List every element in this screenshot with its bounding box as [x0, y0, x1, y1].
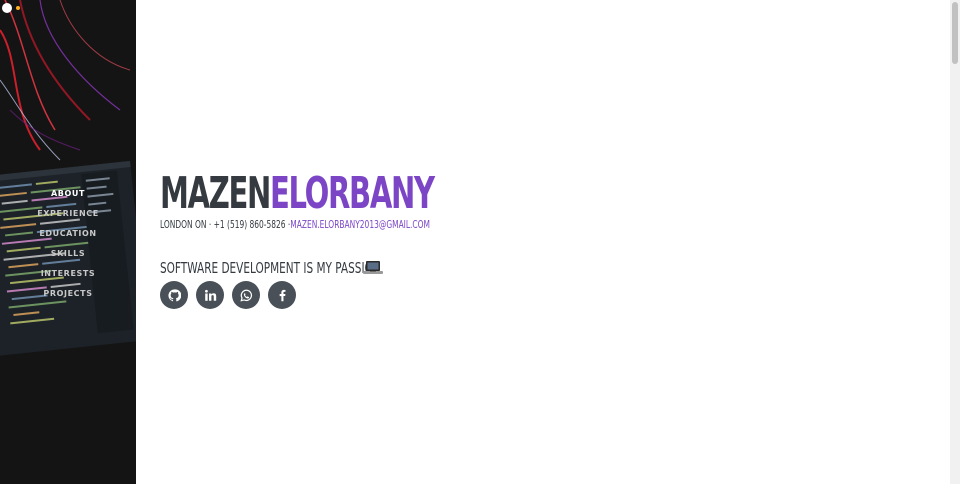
last-name: ELORBANY	[269, 168, 435, 219]
page-title: MAZENELORBANY	[160, 168, 435, 220]
first-name: MAZEN	[160, 168, 271, 219]
nav-item-experience[interactable]: Experience	[0, 206, 136, 226]
nav-item-interests[interactable]: Interests	[0, 266, 136, 286]
nav-item-skills[interactable]: Skills	[0, 246, 136, 266]
linkedin-icon	[204, 289, 216, 301]
tagline: SOFTWARE DEVELOPMENT IS MY PASSION	[160, 259, 381, 277]
nav-item-about[interactable]: About	[0, 186, 136, 206]
github-icon	[167, 288, 181, 301]
laptop-icon	[363, 261, 383, 274]
sidebar: About Experience Education Skills Intere…	[0, 0, 136, 484]
page-scrollbar[interactable]	[950, 0, 960, 484]
facebook-icon	[279, 289, 286, 301]
whatsapp-icon	[239, 289, 252, 302]
nav-item-education[interactable]: Education	[0, 226, 136, 246]
nav-item-projects[interactable]: Projects	[0, 286, 136, 306]
facebook-button[interactable]	[268, 281, 296, 309]
sidebar-nav: About Experience Education Skills Intere…	[0, 186, 136, 306]
social-icons	[160, 281, 296, 309]
scrollbar-thumb[interactable]	[952, 2, 958, 64]
linkedin-button[interactable]	[196, 281, 224, 309]
github-button[interactable]	[160, 281, 188, 309]
contact-text: LONDON ON · +1 (519) 860-5826 ·	[160, 218, 291, 231]
contact-line: LONDON ON · +1 (519) 860-5826 ·MAZEN.ELO…	[160, 218, 430, 232]
email-link[interactable]: MAZEN.ELORBANY2013@GMAIL.COM	[290, 218, 430, 231]
whatsapp-button[interactable]	[232, 281, 260, 309]
